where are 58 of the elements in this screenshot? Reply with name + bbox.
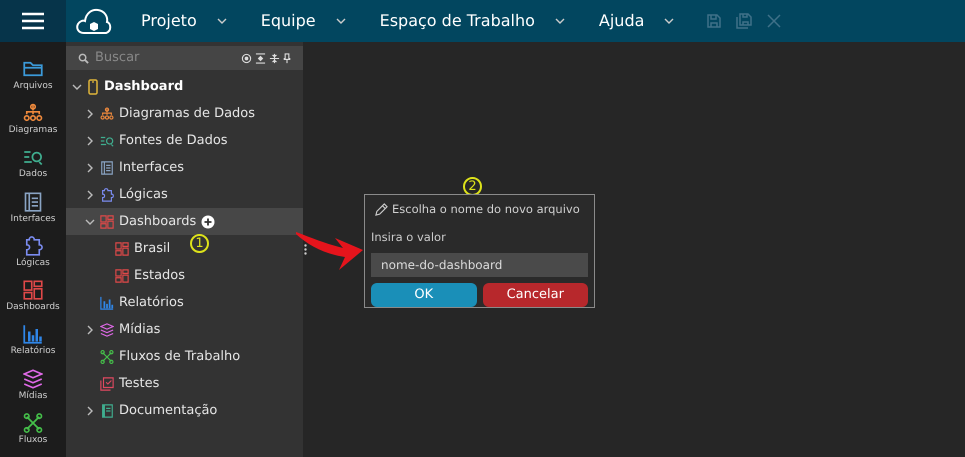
chevron-down-icon[interactable] xyxy=(72,82,82,92)
search-icon xyxy=(78,52,89,64)
tree-item[interactable]: Dashboard xyxy=(104,77,184,97)
input-field[interactable]: nome-do-dashboard xyxy=(371,252,588,276)
tree-item[interactable]: Interfaces xyxy=(119,158,184,178)
expand-all-icon[interactable] xyxy=(255,52,266,64)
chevron-right-icon[interactable] xyxy=(85,324,95,334)
tree-item[interactable]: Testes xyxy=(119,374,160,394)
sidebar-item[interactable]: Mídias xyxy=(0,368,66,413)
step-marker: 1 xyxy=(190,234,209,253)
sidebar-item[interactable]: Diagramas xyxy=(0,103,66,148)
tree-item[interactable]: Brasil xyxy=(134,238,170,258)
menu-item[interactable]: Projeto xyxy=(131,9,237,33)
menu-item[interactable]: Espaço de Trabalho xyxy=(370,9,575,33)
tree-item[interactable]: Lógicas xyxy=(119,184,168,204)
menu-item[interactable]: Equipe xyxy=(250,9,356,33)
tree-item[interactable]: Documentação xyxy=(119,400,218,420)
resize-handle-icon[interactable] xyxy=(304,244,306,255)
collapse-all-icon[interactable] xyxy=(269,52,280,64)
tree-item[interactable]: Estados xyxy=(134,266,186,286)
sidebar-item[interactable]: Lógicas xyxy=(0,236,66,280)
ok-button[interactable]: OK xyxy=(371,282,476,306)
tree-row[interactable]: Dashboards xyxy=(66,208,303,235)
menu-button[interactable] xyxy=(0,0,66,42)
chevron-down-icon[interactable] xyxy=(85,216,95,226)
tree-item[interactable]: Fluxos de Trabalho xyxy=(119,346,240,366)
locate-icon[interactable] xyxy=(241,52,252,64)
sidebar-item[interactable]: Dashboards xyxy=(0,280,66,324)
sidebar-item[interactable]: Fluxos xyxy=(0,412,66,457)
sidebar-item[interactable]: Dados xyxy=(0,147,66,192)
add-icon[interactable] xyxy=(201,214,216,228)
tree-item[interactable]: Diagramas de Dados xyxy=(119,104,256,124)
tree-item[interactable]: Relatórios xyxy=(119,292,184,312)
menu-item[interactable]: Ajuda xyxy=(588,9,684,33)
chevron-down-icon xyxy=(664,18,674,24)
pencil-icon xyxy=(375,203,388,216)
sidebar-item[interactable]: Interfaces xyxy=(0,192,66,236)
search-field[interactable]: Buscar xyxy=(95,48,235,68)
chevron-right-icon[interactable] xyxy=(85,406,95,416)
phone-icon xyxy=(88,79,98,95)
cloud-logo-icon xyxy=(75,7,113,35)
sidebar-item[interactable]: Arquivos xyxy=(0,59,66,104)
sidebar-item[interactable]: Relatórios xyxy=(0,324,66,369)
chevron-right-icon[interactable] xyxy=(85,190,95,200)
field-label: Insira o valor xyxy=(371,229,447,246)
cancel-button[interactable]: Cancelar xyxy=(482,282,588,306)
chevron-down-icon xyxy=(336,18,346,24)
menu-icon xyxy=(21,12,45,30)
chevron-down-icon xyxy=(554,18,565,24)
chevron-down-icon xyxy=(216,18,227,24)
tree-item[interactable]: Fontes de Dados xyxy=(119,130,228,150)
dialog-title: Escolha o nome do novo arquivo xyxy=(392,201,580,218)
tree-item[interactable]: Mídias xyxy=(119,320,160,340)
chevron-right-icon[interactable] xyxy=(85,108,95,118)
chevron-right-icon[interactable] xyxy=(85,136,95,146)
chevron-right-icon[interactable] xyxy=(85,162,95,172)
pin-icon[interactable] xyxy=(283,52,291,64)
search-bar[interactable]: Buscar xyxy=(66,46,303,70)
